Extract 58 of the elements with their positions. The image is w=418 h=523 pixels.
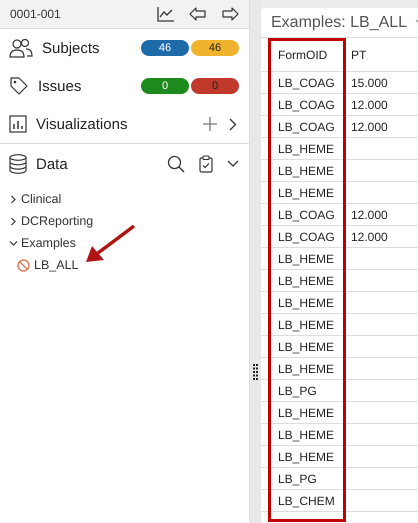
tree-item[interactable]: Examples [21, 236, 76, 250]
search-icon[interactable] [167, 155, 185, 173]
back-arrow-icon[interactable] [189, 7, 207, 21]
table-cell: LB_HEME [270, 402, 346, 424]
count-badge: 46 [191, 40, 239, 56]
chevron-down-icon[interactable] [9, 238, 18, 248]
table-cell: LB_HEME [270, 182, 346, 204]
column-header[interactable]: FormOID [270, 38, 346, 72]
table-cell: LB_COAG [270, 204, 346, 226]
data-label: Data [36, 156, 68, 172]
bar-chart-icon [9, 115, 27, 133]
tag-icon [9, 76, 29, 96]
clipboard-check-icon[interactable] [199, 155, 213, 173]
table-cell: LB_PG [270, 468, 346, 490]
table-cell: 15.000 [351, 76, 388, 90]
drag-handle-icon[interactable] [253, 364, 258, 380]
subject-id: 0001-001 [10, 7, 61, 21]
tree-item[interactable]: LB_ALL [34, 258, 78, 272]
chevron-right-icon[interactable] [229, 118, 237, 130]
column-header[interactable]: PT [346, 38, 418, 72]
table-cell: LB_HEME [270, 358, 346, 380]
nav-label[interactable]: Subjects [42, 40, 100, 56]
table-cell: LB_HEME [270, 248, 346, 270]
table-cell: LB_COAG [270, 94, 346, 116]
table-cell: LB_COAG [270, 72, 346, 94]
table-cell: 12.000 [351, 98, 388, 112]
table-cell: LB_PG [270, 380, 346, 402]
table-cell: LB_HEME [270, 446, 346, 468]
tree-item[interactable]: DCReporting [21, 214, 94, 228]
chevron-down-icon[interactable] [227, 160, 239, 168]
people-icon [9, 38, 33, 58]
view-title: Examples: LB_ALL [271, 14, 408, 32]
table-cell: LB_HEME [270, 314, 346, 336]
prohibited-icon [17, 258, 30, 272]
table-cell: 12.000 [351, 120, 388, 134]
table-cell: LB_COAG [270, 116, 346, 138]
table-cell: LB_HEME [270, 292, 346, 314]
count-badge: 46 [141, 40, 189, 56]
table-cell: LB_HEME [270, 270, 346, 292]
chevron-right-icon[interactable] [9, 194, 18, 204]
chevron-right-icon[interactable] [9, 216, 18, 226]
table-cell: LB_HEME [270, 138, 346, 160]
table-cell: LB_CHEM [270, 490, 346, 512]
table-cell: LB_HEME [270, 424, 346, 446]
table-cell: LB_HEME [270, 160, 346, 182]
database-icon [9, 154, 27, 174]
count-badge: 0 [191, 78, 239, 94]
table-cell: LB_COAG [270, 226, 346, 248]
count-badge: 0 [141, 78, 189, 94]
forward-arrow-icon[interactable] [221, 7, 239, 21]
plus-icon[interactable] [203, 117, 217, 131]
table-cell: 12.000 [351, 208, 388, 222]
nav-label[interactable]: Issues [38, 78, 82, 94]
line-chart-icon[interactable] [157, 6, 175, 22]
table-cell: LB_HEME [270, 336, 346, 358]
table-cell: 12.000 [351, 230, 388, 244]
tree-item[interactable]: Clinical [21, 192, 62, 206]
nav-label[interactable]: Visualizations [36, 116, 128, 132]
